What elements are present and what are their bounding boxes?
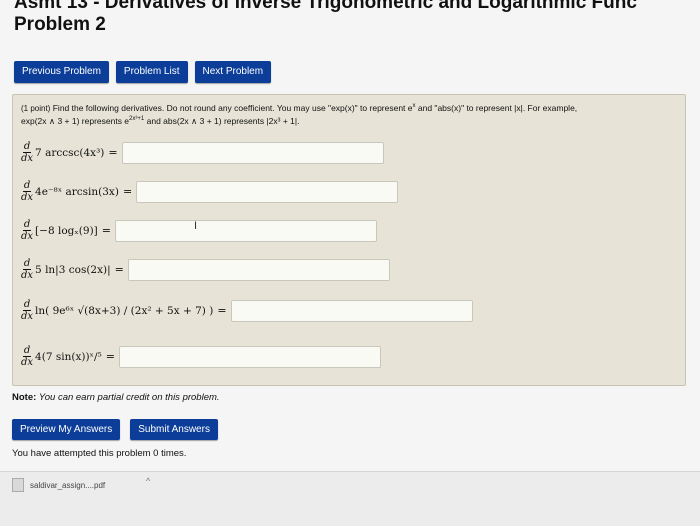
previous-problem-button[interactable]: Previous Problem (14, 61, 109, 83)
derivative-operator: d dx (21, 180, 33, 203)
answer-input-2[interactable] (136, 180, 399, 203)
d-label: d (22, 345, 32, 357)
d-label: d (22, 258, 32, 270)
preview-answers-button[interactable]: Preview My Answers (12, 419, 121, 440)
derivative-row-2: d dx 4e⁻⁸ˣ arcsin(3x) = (21, 180, 399, 203)
text-cursor-icon: I (194, 220, 198, 232)
expression-5: ln( 9e⁶ˣ √(8x+3) / (2x² + 5x + 7) ) (35, 304, 214, 317)
derivative-row-1: d dx 7 arccsc(4x³) = (21, 141, 384, 164)
instructions-text-a: Find the following derivatives. Do not r… (52, 102, 413, 113)
expression-6: 4(7 sin(x))ˣ/⁵ (35, 350, 102, 363)
derivative-row-4: d dx 5 ln|3 cos(2x)| = (21, 258, 390, 281)
derivative-row-6: d dx 4(7 sin(x))ˣ/⁵ = (21, 345, 381, 368)
equals-sign: = (217, 304, 227, 317)
answer-input-6[interactable] (118, 345, 381, 368)
problem-panel: (1 point) Find the following derivatives… (12, 94, 686, 386)
points-label: (1 point) (21, 103, 51, 113)
instructions-example-a: exp(2x ∧ 3 + 1) represents e (21, 115, 130, 126)
dx-label: dx (21, 357, 34, 368)
answer-input-5[interactable] (230, 299, 473, 322)
derivative-operator: d dx (21, 219, 33, 242)
problem-instructions: (1 point) Find the following derivatives… (21, 101, 681, 127)
equals-sign: = (108, 146, 118, 159)
equals-sign: = (114, 263, 124, 276)
equals-sign: = (101, 224, 111, 237)
problem-list-button[interactable]: Problem List (115, 61, 188, 83)
note-message: You can earn partial credit on this prob… (38, 392, 220, 403)
d-label: d (22, 141, 32, 153)
page-title: Asmt 13 - Derivatives of Inverse Trigono… (14, 0, 700, 36)
dx-label: dx (21, 192, 34, 203)
derivative-operator: d dx (21, 299, 33, 322)
dx-label: dx (21, 270, 34, 281)
answer-input-4[interactable] (127, 258, 390, 281)
note-text: Note: You can earn partial credit on thi… (12, 392, 220, 403)
assignment-title: Asmt 13 - Derivatives of Inverse Trigono… (14, 0, 637, 13)
download-bar: saldivar_assign....pdf ^ (0, 471, 700, 526)
expression-3: [−8 logₓ(9)] (35, 224, 98, 237)
dx-label: dx (21, 231, 34, 242)
expression-1: 7 arccsc(4x³) (35, 146, 105, 159)
dx-label: dx (21, 311, 34, 322)
problem-navigation: Previous Problem Problem List Next Probl… (14, 61, 272, 83)
answer-input-1[interactable] (121, 141, 384, 164)
instructions-example-b: and abs(2x ∧ 3 + 1) represents |2x³ + 1|… (146, 115, 300, 126)
d-label: d (22, 180, 32, 192)
expression-4: 5 ln|3 cos(2x)| (35, 263, 111, 276)
derivative-operator: d dx (21, 258, 33, 281)
chevron-up-icon[interactable]: ^ (146, 476, 150, 486)
submit-answers-button[interactable]: Submit Answers (130, 419, 218, 440)
equals-sign: = (122, 185, 133, 198)
problem-title: Problem 2 (14, 14, 106, 35)
dx-label: dx (21, 153, 34, 164)
answer-input-3[interactable] (115, 219, 377, 242)
equals-sign: = (105, 350, 115, 363)
note-label: Note: (12, 392, 37, 403)
d-label: d (22, 299, 32, 311)
next-problem-button[interactable]: Next Problem (194, 61, 272, 83)
derivative-row-3: d dx [−8 logₓ(9)] = (21, 219, 377, 242)
answer-actions: Preview My Answers Submit Answers (12, 419, 218, 440)
derivative-row-5: d dx ln( 9e⁶ˣ √(8x+3) / (2x² + 5x + 7) ) … (21, 299, 473, 322)
d-label: d (22, 219, 32, 231)
pdf-file-icon (12, 478, 24, 492)
download-filename: saldivar_assign....pdf (30, 480, 106, 490)
instructions-text-b: and "abs(x)" to represent |x|. For examp… (417, 102, 578, 113)
derivative-operator: d dx (21, 345, 33, 368)
instructions-exp-superscript: x (412, 103, 416, 109)
instructions-example-superscript: 2x³+1 (129, 115, 145, 122)
download-item[interactable]: saldivar_assign....pdf (12, 478, 105, 492)
attempts-text: You have attempted this problem 0 times. (12, 448, 187, 459)
expression-2: 4e⁻⁸ˣ arcsin(3x) (35, 185, 119, 198)
derivative-operator: d dx (21, 141, 33, 164)
